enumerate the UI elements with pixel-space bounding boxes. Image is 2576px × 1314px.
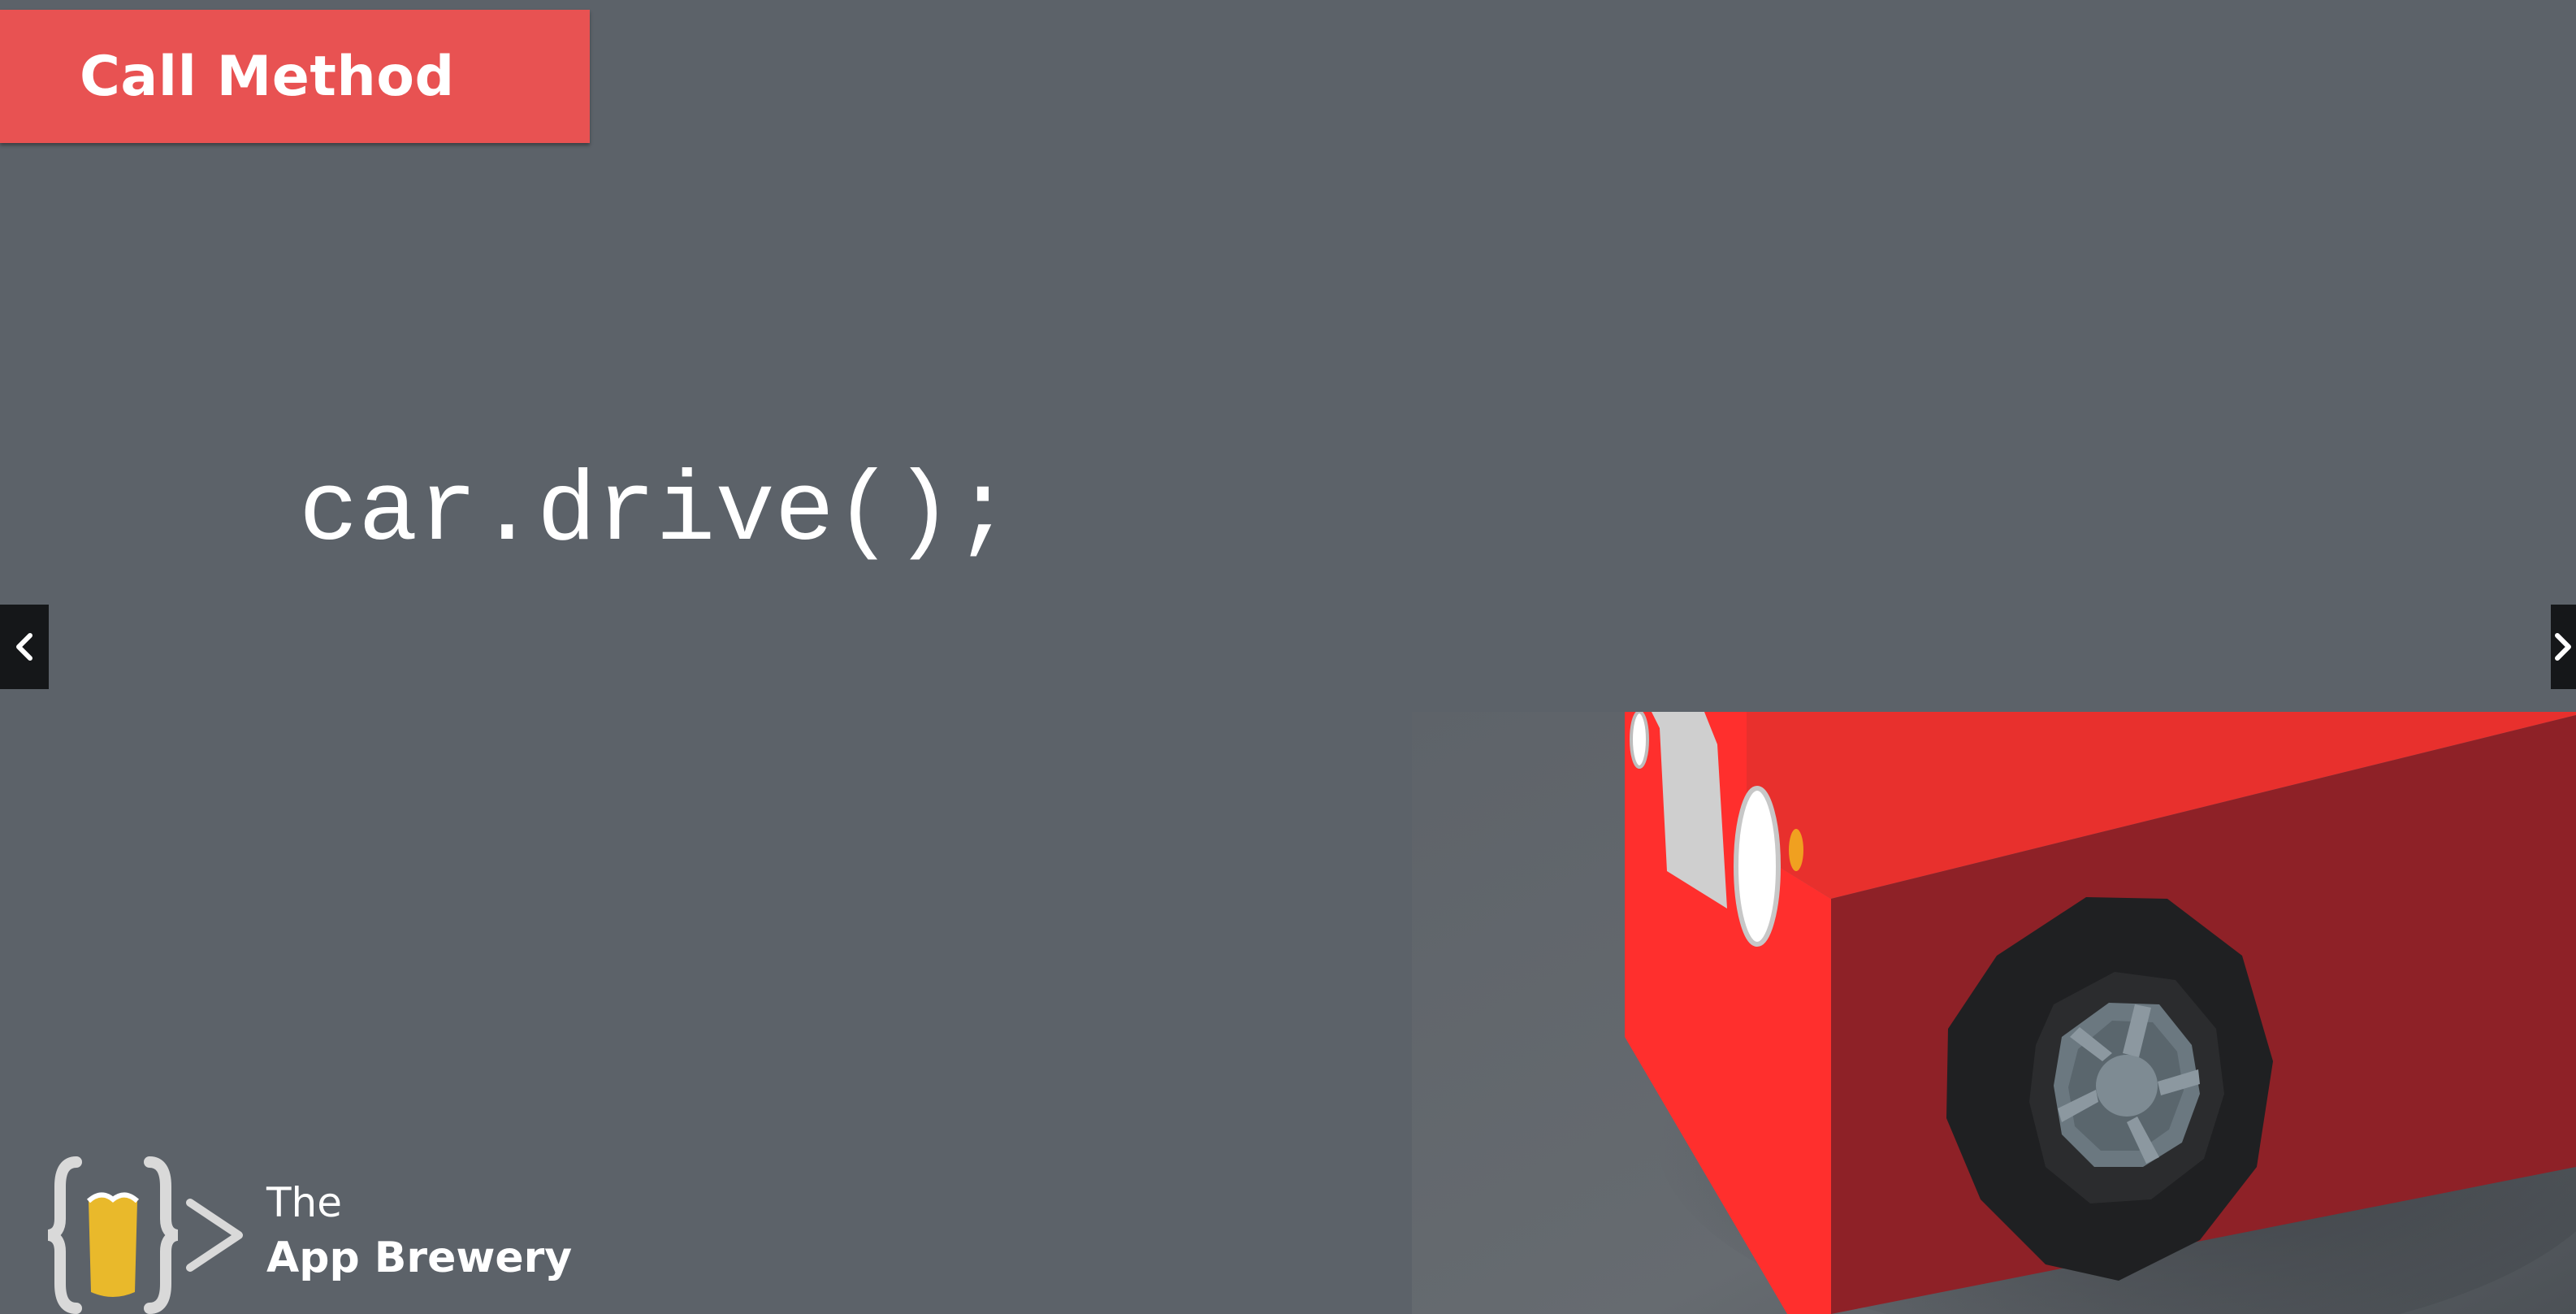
car-illustration [1412,712,2576,1314]
slide-title: Call Method [80,44,455,109]
headlight-left [1630,712,1649,769]
slide-canvas: Call Method car.drive(); The App Brewery [0,0,2576,1314]
headlight-right [1734,786,1781,947]
chevron-left-icon [16,633,32,661]
previous-slide-button[interactable] [0,605,49,689]
next-slide-button[interactable] [2551,605,2576,689]
code-snippet: car.drive(); [299,456,1013,569]
indicator-light [1789,829,1803,871]
chevron-right-icon [2555,633,2571,661]
title-banner: Call Method [0,10,590,143]
brand-line-the: The [266,1179,342,1226]
brand-name: App Brewery [266,1234,573,1282]
curly-braces-beer-logo-icon [47,1156,243,1314]
